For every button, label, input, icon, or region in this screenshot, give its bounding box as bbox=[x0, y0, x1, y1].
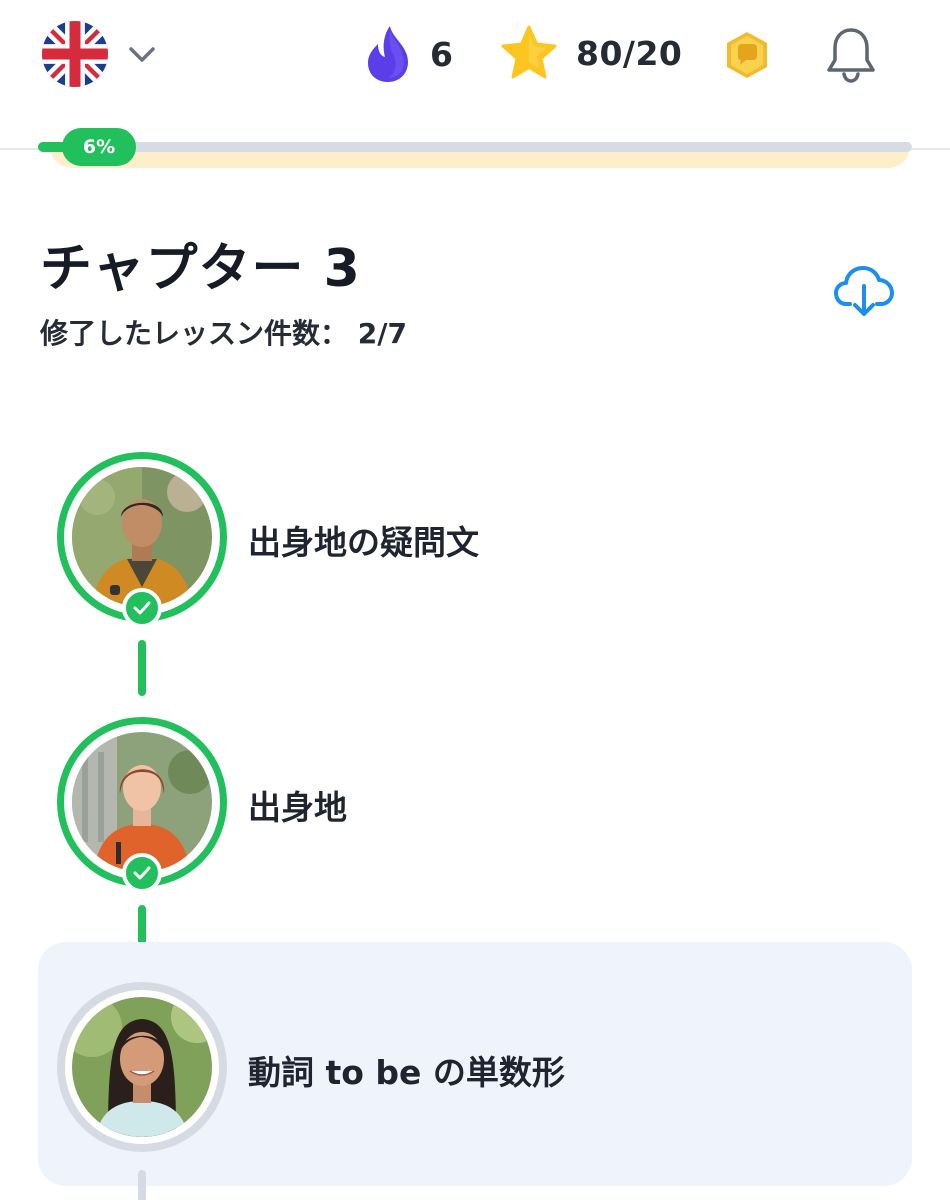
completed-check-icon bbox=[122, 853, 162, 893]
top-bar: 6 80/20 bbox=[0, 0, 950, 110]
lesson-avatar bbox=[72, 997, 212, 1137]
chapter-title: チャプター 3 bbox=[40, 239, 361, 299]
flame-icon bbox=[368, 26, 408, 82]
path-connector bbox=[138, 1170, 146, 1200]
lesson-avatar bbox=[72, 732, 212, 872]
lesson-title[interactable]: 出身地の疑問文 bbox=[248, 516, 479, 564]
streak-count: 6 bbox=[430, 34, 454, 74]
star-icon bbox=[501, 25, 557, 79]
lesson-avatar bbox=[72, 467, 212, 607]
progress-bar-track bbox=[38, 142, 912, 152]
streak-counter[interactable]: 6 bbox=[364, 24, 453, 84]
stars-count: 80/20 bbox=[576, 33, 683, 73]
bell-icon[interactable] bbox=[822, 24, 880, 84]
lesson-title[interactable]: 動詞 to be の単数形 bbox=[248, 1046, 565, 1094]
lesson-node-3[interactable] bbox=[57, 982, 227, 1152]
progress-percent-badge: 6% bbox=[62, 128, 136, 166]
lesson-title[interactable]: 出身地 bbox=[248, 781, 347, 829]
course-path-screen: 6 80/20 6% チャプター 3 修了したレッスン件数： 2/7 出身地の疑… bbox=[0, 0, 950, 1200]
path-connector bbox=[138, 640, 146, 696]
chat-coin-icon[interactable] bbox=[722, 30, 772, 80]
lessons-completed-text: 修了したレッスン件数： 2/7 bbox=[40, 317, 407, 350]
stars-counter[interactable]: 80/20 bbox=[500, 24, 682, 82]
uk-flag-icon[interactable] bbox=[42, 21, 108, 87]
chevron-down-icon[interactable] bbox=[126, 40, 158, 68]
download-cloud-icon[interactable] bbox=[832, 262, 896, 318]
completed-check-icon bbox=[122, 588, 162, 628]
